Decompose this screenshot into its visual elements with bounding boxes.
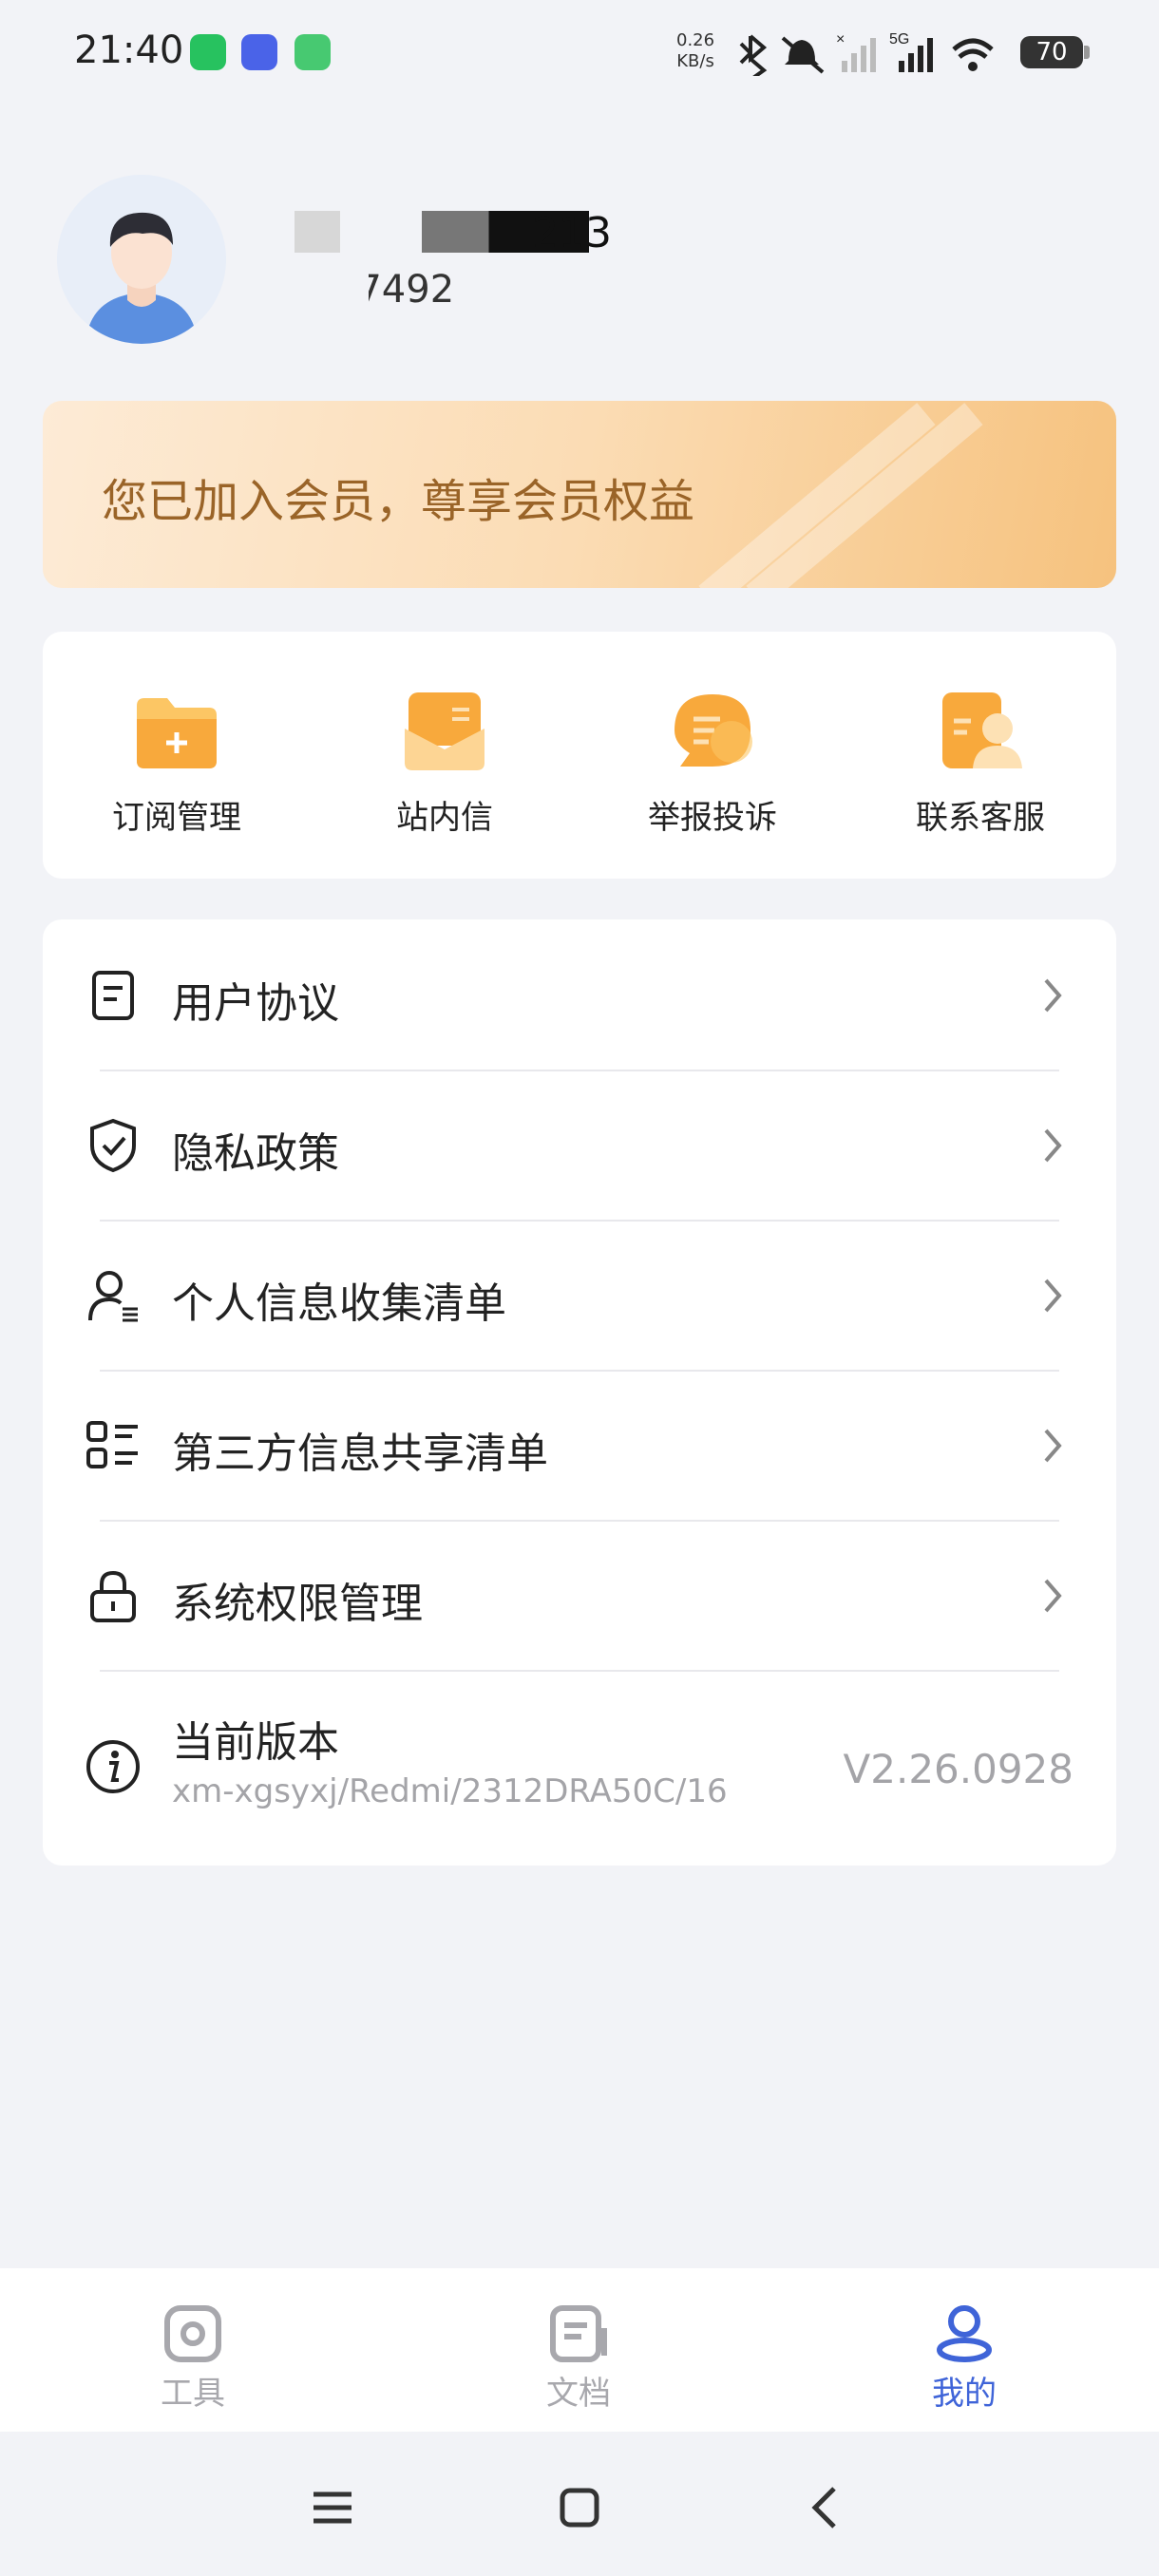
action-label: 联系客服	[916, 799, 1045, 837]
document-tab-icon	[550, 2305, 607, 2362]
action-customer-service[interactable]: 联系客服	[846, 632, 1114, 879]
quick-actions: 订阅管理 站内信 举报投诉 联系客服	[43, 632, 1116, 879]
tab-label: 工具	[161, 2375, 225, 2413]
info-icon	[86, 1740, 140, 1793]
menu-item-label: 隐私政策	[172, 1129, 339, 1178]
avatar-illustration-icon	[57, 175, 226, 344]
user-name-visible: 213	[532, 209, 612, 257]
back-icon[interactable]	[798, 2479, 855, 2536]
tab-mine[interactable]: 我的	[771, 2268, 1157, 2432]
chat-bubble-icon	[674, 694, 752, 767]
phone-redaction	[285, 270, 369, 312]
action-label: 订阅管理	[112, 799, 241, 837]
menu-item-label: 用户协议	[172, 979, 339, 1028]
action-label: 举报投诉	[648, 799, 777, 837]
member-banner-text: 您已加入会员，尊享会员权益	[102, 475, 695, 528]
customer-service-icon	[942, 692, 1022, 768]
member-banner[interactable]: 您已加入会员，尊享会员权益	[43, 401, 1116, 588]
menu-item-privacy-policy[interactable]: 隐私政策	[43, 1070, 1116, 1220]
battery-indicator: 70	[1020, 36, 1083, 68]
svg-text:×: ×	[836, 31, 845, 47]
battery-tip	[1084, 46, 1090, 59]
home-icon[interactable]	[551, 2479, 608, 2536]
version-device: xm-xgsyxj/Redmi/2312DRA50C/16	[172, 1772, 728, 1810]
mail-icon	[405, 692, 484, 770]
settings-menu: 用户协议 隐私政策 个人信息收集清单 第三方信息共享清单 系统权限管理 当前版本…	[43, 919, 1116, 1866]
chat-app-icon	[241, 34, 277, 70]
tab-label: 我的	[932, 2375, 997, 2413]
menu-item-third-party-list[interactable]: 第三方信息共享清单	[43, 1370, 1116, 1520]
lock-icon	[90, 1570, 136, 1622]
list-icon	[86, 1421, 138, 1468]
tab-tools[interactable]: 工具	[0, 2268, 386, 2432]
document-icon	[92, 971, 134, 1020]
shield-check-icon	[90, 1118, 136, 1173]
action-label: 站内信	[396, 799, 493, 837]
action-subscription[interactable]: 订阅管理	[43, 632, 311, 879]
banner-decoration	[746, 403, 983, 588]
menu-item-user-agreement[interactable]: 用户协议	[43, 919, 1116, 1070]
version-title: 当前版本	[172, 1718, 339, 1767]
status-bar: 21:40 0.26 KB/s × 5G 70	[0, 0, 1159, 104]
chevron-right-icon	[1044, 1128, 1062, 1163]
system-nav-bar	[0, 2432, 1159, 2576]
tool-icon	[164, 2305, 221, 2362]
tab-documents[interactable]: 文档	[386, 2268, 771, 2432]
svg-text:5G: 5G	[889, 31, 909, 47]
name-redaction-1	[294, 211, 340, 253]
tab-label: 文档	[546, 2375, 611, 2413]
chevron-right-icon	[1044, 978, 1062, 1013]
bottom-tab-bar: 工具 文档 我的	[0, 2268, 1159, 2432]
chevron-right-icon	[1044, 1279, 1062, 1313]
menu-item-label: 第三方信息共享清单	[172, 1430, 548, 1478]
android-icon	[294, 34, 331, 70]
avatar[interactable]	[57, 175, 226, 344]
action-report[interactable]: 举报投诉	[579, 632, 846, 879]
divider	[100, 1670, 1059, 1672]
menu-item-label: 个人信息收集清单	[172, 1279, 506, 1328]
action-inbox[interactable]: 站内信	[311, 632, 579, 879]
wechat-icon	[190, 34, 226, 70]
profile-icon	[937, 2305, 992, 2362]
net-speed: 0.26 KB/s	[676, 30, 715, 71]
menu-item-permissions[interactable]: 系统权限管理	[43, 1520, 1116, 1670]
version-number: V2.26.0928	[843, 1746, 1074, 1792]
menu-icon[interactable]	[304, 2479, 361, 2536]
folder-add-icon	[137, 698, 217, 768]
chevron-right-icon	[1044, 1579, 1062, 1613]
chevron-right-icon	[1044, 1429, 1062, 1463]
menu-item-label: 系统权限管理	[172, 1580, 423, 1628]
status-time: 21:40	[74, 28, 184, 72]
menu-item-personal-info-list[interactable]: 个人信息收集清单	[43, 1220, 1116, 1370]
status-icons: × 5G	[739, 31, 994, 76]
user-list-icon	[88, 1271, 138, 1322]
